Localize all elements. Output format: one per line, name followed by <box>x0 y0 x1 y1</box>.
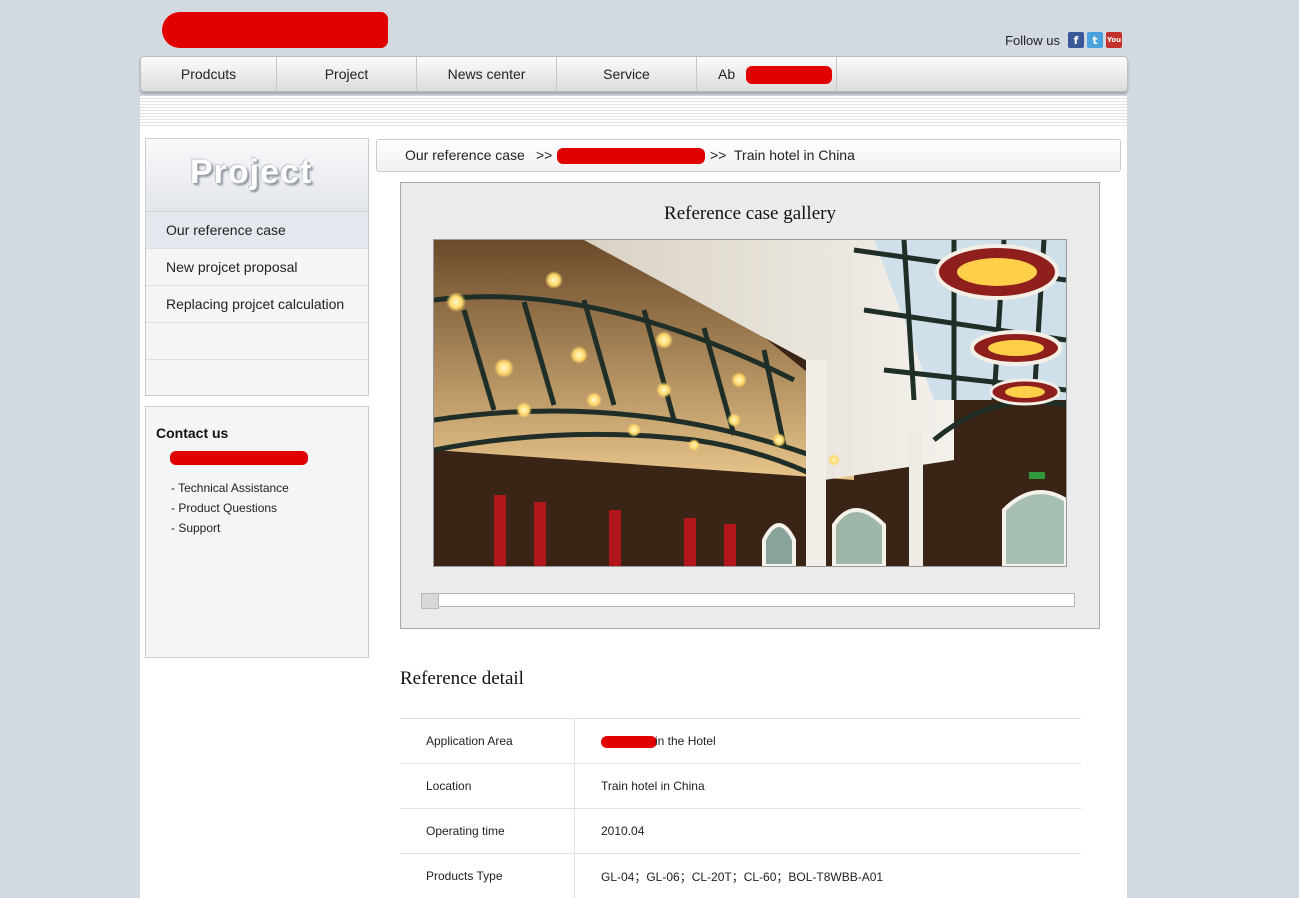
main-nav: Prodcuts Project News center Service Ab <box>140 56 1128 92</box>
detail-value: in the Hotel <box>655 734 716 748</box>
detail-value: 2010.04 <box>574 808 1081 854</box>
table-row: Products Type GL-04；GL-06；CL-20T；CL-60；B… <box>400 853 1081 898</box>
gallery-photo[interactable] <box>433 239 1067 567</box>
detail-label: Location <box>400 763 575 809</box>
follow-us: Follow us f t You <box>1005 32 1122 48</box>
sidebar-item-empty <box>146 360 368 396</box>
breadcrumb-separator: >> <box>536 147 553 163</box>
contact-email-link[interactable] <box>170 451 308 465</box>
gallery-scroll-thumb[interactable] <box>421 593 439 609</box>
sidebar-item-replacing-project-calculation[interactable]: Replacing projcet calculation <box>146 286 368 323</box>
youtube-icon[interactable]: You <box>1106 32 1122 48</box>
detail-table: Application Area in the Hotel Location T… <box>400 718 1081 898</box>
follow-label: Follow us <box>1005 32 1060 48</box>
facebook-icon[interactable]: f <box>1068 32 1084 48</box>
header-stripes <box>140 96 1127 128</box>
contact-support[interactable]: - Support <box>171 521 220 535</box>
twitter-icon[interactable]: t <box>1087 32 1103 48</box>
detail-value: GL-04；GL-06；CL-20T；CL-60；BOL-T8WBB-A01 <box>574 853 1081 898</box>
breadcrumb-current: Train hotel in China <box>734 147 855 163</box>
breadcrumb-link-reference-case[interactable]: Our reference case <box>405 140 525 171</box>
table-row: Location Train hotel in China <box>400 763 1081 809</box>
redacted-text <box>601 735 657 748</box>
detail-label: Application Area <box>400 718 575 764</box>
gallery-title: Reference case gallery <box>664 203 836 224</box>
detail-value: Train hotel in China <box>574 763 1081 809</box>
nav-item-products[interactable]: Prodcuts <box>141 57 277 91</box>
gallery-scrollbar[interactable] <box>421 593 1075 609</box>
detail-label: Operating time <box>400 808 575 854</box>
sidebar-item-empty <box>146 323 368 360</box>
nav-item-about[interactable]: Ab <box>697 57 837 91</box>
nav-item-project[interactable]: Project <box>277 57 417 91</box>
sidebar-item-our-reference-case[interactable]: Our reference case <box>146 212 368 249</box>
breadcrumb-link-category[interactable] <box>557 148 705 164</box>
sidebar-menu: Project Our reference case New projcet p… <box>145 138 369 396</box>
reference-gallery: Reference case gallery <box>400 182 1100 629</box>
sidebar-header: Project <box>146 139 368 212</box>
nav-item-news-center[interactable]: News center <box>417 57 557 91</box>
site-header: Follow us f t You <box>140 0 1128 56</box>
detail-label: Products Type <box>400 853 575 898</box>
breadcrumb-separator: >> <box>710 147 727 163</box>
table-row: Operating time 2010.04 <box>400 808 1081 854</box>
contact-box: Contact us - Technical Assistance - Prod… <box>145 406 369 658</box>
site-logo[interactable] <box>162 10 388 50</box>
contact-technical-assistance[interactable]: - Technical Assistance <box>171 481 289 495</box>
sidebar-title: Project <box>190 153 313 191</box>
nav-item-service[interactable]: Service <box>557 57 697 91</box>
detail-value-cell: in the Hotel <box>574 718 1081 764</box>
nav-about-label: Ab <box>718 66 736 82</box>
contact-title: Contact us <box>156 425 229 441</box>
contact-product-questions[interactable]: - Product Questions <box>171 501 277 515</box>
detail-title: Reference detail <box>400 668 524 689</box>
table-row: Application Area in the Hotel <box>400 718 1081 764</box>
sidebar-item-new-project-proposal[interactable]: New projcet proposal <box>146 249 368 286</box>
breadcrumb: Our reference case >> >> Train hotel in … <box>376 139 1121 172</box>
